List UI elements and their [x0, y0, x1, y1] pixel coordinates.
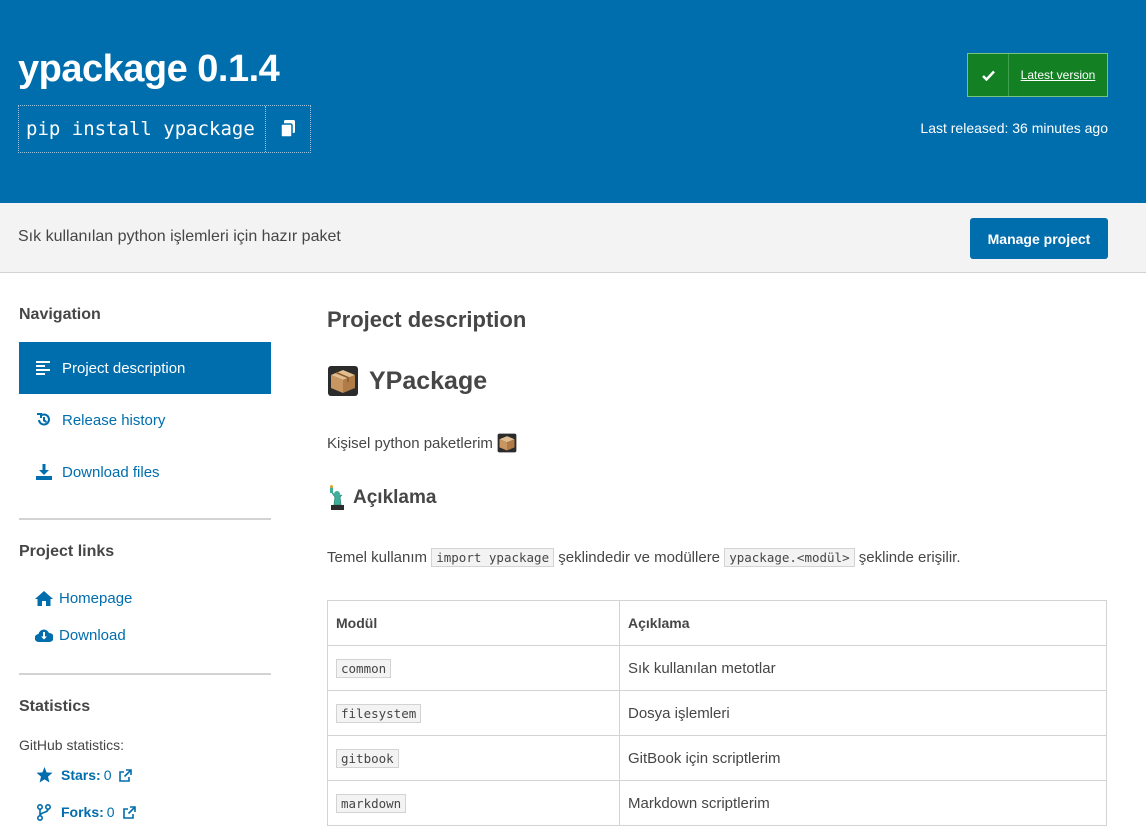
project-links-heading: Project links — [19, 543, 115, 560]
statistics-heading: Statistics — [19, 698, 91, 715]
table-row: common Sık kullanılan metotlar — [327, 645, 1107, 691]
module-description: Dosya işlemleri — [619, 690, 1107, 736]
usage-suffix: şeklinde erişilir. — [858, 549, 961, 566]
inline-code-module: ypackage.<modül> — [724, 548, 855, 567]
readme-heading: YPackage — [327, 365, 487, 397]
package-box-icon — [328, 366, 358, 396]
cloud-download-icon — [35, 626, 53, 644]
nav-label: Download files — [62, 463, 160, 481]
nav-label: Release history — [62, 411, 166, 429]
summary-band: Sık kullanılan python işlemleri için haz… — [0, 203, 1146, 273]
readme-title: YPackage — [369, 366, 488, 395]
sidebar-divider — [19, 518, 271, 520]
usage-prefix: Temel kullanım — [327, 549, 428, 566]
last-released-text: Last released: 36 minutes ago — [920, 120, 1108, 136]
readme-intro: Kişisel python paketlerim — [327, 433, 517, 453]
nav-download-files[interactable]: Download files — [19, 446, 271, 498]
usage-paragraph: Temel kullanım import ypackage şeklinded… — [327, 548, 961, 567]
fork-icon — [35, 803, 53, 821]
github-stars[interactable]: Stars: 0 — [35, 766, 133, 784]
github-statistics-label: GitHub statistics: — [19, 737, 125, 753]
github-forks[interactable]: Forks: 0 — [35, 803, 136, 821]
link-label: Homepage — [59, 589, 133, 607]
forks-count: 0 — [106, 804, 115, 820]
module-description: GitBook için scriptlerim — [619, 735, 1107, 781]
modules-table: Modül Açıklama common Sık kullanılan met… — [327, 600, 1107, 826]
nav-label: Project description — [62, 359, 186, 377]
inline-code-import: import ypackage — [431, 548, 555, 567]
table-header-row: Modül Açıklama — [327, 600, 1107, 646]
check-icon — [981, 70, 995, 81]
usage-middle: şeklindedir ve modüllere — [558, 549, 721, 566]
download-link[interactable]: Download — [35, 626, 126, 644]
sidebar-divider — [19, 673, 271, 675]
module-name: markdown — [336, 793, 407, 813]
module-name: gitbook — [336, 748, 399, 768]
package-summary: Sık kullanılan python işlemleri için haz… — [18, 228, 341, 245]
column-header-description: Açıklama — [619, 600, 1107, 646]
latest-version-link[interactable]: Latest version — [1009, 54, 1107, 96]
module-description: Sık kullanılan metotlar — [619, 645, 1107, 691]
history-icon — [35, 411, 53, 429]
stars-count: 0 — [103, 767, 112, 783]
pip-install-box: pip install ypackage — [18, 105, 311, 153]
description-subheading: Açıklama — [327, 485, 436, 511]
star-icon — [35, 766, 53, 784]
nav-release-history[interactable]: Release history — [19, 394, 271, 446]
homepage-link[interactable]: Homepage — [35, 589, 132, 607]
pip-command[interactable]: pip install ypackage — [19, 106, 265, 152]
latest-version-badge[interactable]: Latest version — [967, 53, 1108, 97]
section-title: Project description — [327, 307, 527, 332]
copy-icon — [280, 120, 295, 138]
module-name: common — [336, 658, 392, 678]
download-icon — [35, 463, 53, 481]
nav-project-description[interactable]: Project description — [19, 342, 271, 394]
package-title: ypackage 0.1.4 — [18, 48, 280, 90]
stars-label: Stars: — [61, 767, 101, 783]
table-row: gitbook GitBook için scriptlerim — [327, 735, 1107, 781]
package-header: ypackage 0.1.4 pip install ypackage Late… — [0, 0, 1146, 203]
intro-text: Kişisel python paketlerim — [327, 434, 493, 452]
package-box-icon — [497, 433, 517, 453]
table-row: markdown Markdown scriptlerim — [327, 780, 1107, 826]
column-header-module: Modül — [327, 600, 620, 646]
home-icon — [35, 589, 53, 607]
manage-project-button[interactable]: Manage project — [970, 218, 1108, 259]
module-name: filesystem — [336, 703, 422, 723]
statue-of-liberty-icon — [327, 485, 347, 511]
copy-button[interactable] — [265, 106, 310, 152]
external-link-icon — [122, 805, 136, 819]
module-description: Markdown scriptlerim — [619, 780, 1107, 826]
table-row: filesystem Dosya işlemleri — [327, 690, 1107, 736]
align-left-icon — [35, 359, 53, 377]
external-link-icon — [119, 768, 133, 782]
link-label: Download — [59, 626, 126, 644]
navigation-heading: Navigation — [19, 306, 101, 323]
subheading-text: Açıklama — [353, 487, 437, 508]
forks-label: Forks: — [61, 804, 104, 820]
